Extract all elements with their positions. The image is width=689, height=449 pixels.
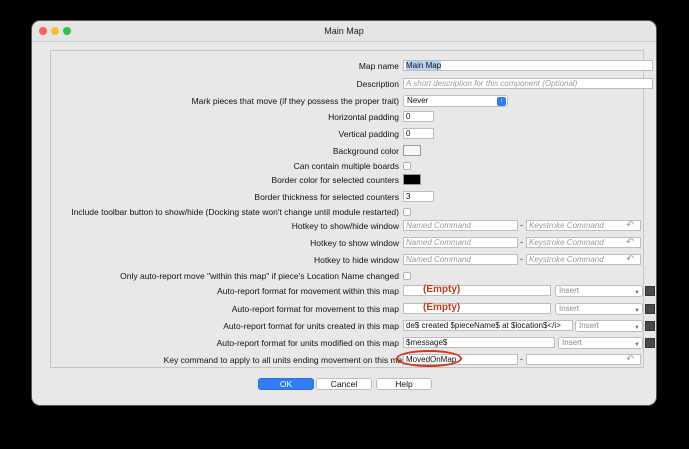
row-vertical-padding: Vertical padding 0 (51, 127, 643, 141)
row-mark-pieces: Mark pieces that move (if they possess t… (51, 94, 643, 108)
only-auto-report-checkbox[interactable] (403, 272, 411, 280)
row-horizontal-padding: Horizontal padding 0 (51, 110, 643, 124)
hotkey-show-named-input[interactable]: Named Command (403, 237, 518, 248)
insert-label: Insert (559, 286, 580, 295)
autoreport-to-insert[interactable]: Insert ▼ (555, 303, 643, 315)
hotkey-hide-key-input[interactable]: Keystroke Command (526, 254, 641, 265)
separator-dash: - (520, 254, 523, 264)
horizontal-padding-label: Horizontal padding (328, 112, 399, 122)
row-hotkey-hide: Hotkey to hide window Named Command - Ke… (51, 253, 643, 267)
insert-label: Insert (559, 304, 580, 313)
autoreport-created-input[interactable]: de$ created $pieceName$ at $location$</i… (403, 320, 573, 331)
insert-label: Insert (562, 338, 583, 347)
autoreport-to-label: Auto-report format for movement to this … (231, 304, 399, 314)
row-border-thickness: Border thickness for selected counters 3 (51, 190, 643, 204)
row-border-color: Border color for selected counters (51, 173, 643, 187)
cancel-button[interactable]: Cancel (316, 378, 372, 390)
autoreport-modified-input[interactable]: $message$ (403, 337, 555, 348)
chevron-down-icon: ▼ (634, 342, 640, 348)
vertical-padding-label: Vertical padding (338, 129, 400, 139)
autoreport-modified-insert[interactable]: Insert ▼ (558, 337, 643, 349)
row-toolbar-button: Include toolbar button to show/hide (Doc… (51, 205, 643, 219)
row-multiple-boards: Can contain multiple boards (51, 159, 643, 173)
chevron-down-icon: ▼ (634, 290, 640, 296)
dialog-buttons: OK Cancel Help (32, 378, 656, 392)
row-autoreport-modified: Auto-report format for units modified on… (51, 336, 655, 350)
separator-dash: - (520, 354, 523, 364)
undo-arrow-icon[interactable]: ↶ (626, 220, 634, 231)
row-autoreport-within: Auto-report format for movement within t… (51, 284, 655, 298)
format-editor-icon[interactable] (645, 286, 655, 296)
hotkey-hide-named-input[interactable]: Named Command (403, 254, 518, 265)
hotkey-showhide-key-input[interactable]: Keystroke Command (526, 220, 641, 231)
ok-button[interactable]: OK (258, 378, 314, 390)
format-editor-icon[interactable] (645, 304, 655, 314)
row-key-command: Key command to apply to all units ending… (51, 350, 643, 367)
properties-panel: Map name Main Map Description A short de… (50, 50, 655, 368)
autoreport-created-insert[interactable]: Insert ▼ (575, 320, 643, 332)
toolbar-button-checkbox[interactable] (403, 208, 411, 216)
row-hotkey-showhide: Hotkey to show/hide window Named Command… (51, 219, 643, 233)
help-button[interactable]: Help (376, 378, 432, 390)
key-command-key-input[interactable] (526, 354, 641, 365)
undo-arrow-icon[interactable]: ↶ (626, 254, 634, 265)
mark-pieces-label: Mark pieces that move (if they possess t… (191, 96, 399, 106)
separator-dash: - (520, 220, 523, 230)
empty-annotation: (Empty) (423, 302, 461, 313)
autoreport-within-label: Auto-report format for movement within t… (217, 286, 399, 296)
hotkey-showhide-label: Hotkey to show/hide window (291, 221, 399, 231)
hotkey-showhide-named-input[interactable]: Named Command (403, 220, 518, 231)
background-color-label: Background color (332, 146, 399, 156)
autoreport-within-insert[interactable]: Insert ▼ (555, 285, 643, 297)
mark-pieces-select[interactable]: Never ↕ (403, 95, 508, 107)
row-background-color: Background color (51, 144, 643, 158)
description-input[interactable]: A short description for this component (… (403, 78, 653, 89)
empty-annotation: (Empty) (423, 284, 461, 295)
separator-dash: - (520, 237, 523, 247)
main-map-dialog: Main Map Map name Main Map Description A… (32, 21, 656, 405)
border-thickness-label: Border thickness for selected counters (254, 192, 399, 202)
border-thickness-input[interactable]: 3 (403, 191, 434, 202)
chevron-down-icon: ▼ (634, 308, 640, 314)
hotkey-hide-label: Hotkey to hide window (313, 255, 399, 265)
row-autoreport-to: Auto-report format for movement to this … (51, 302, 655, 316)
undo-arrow-icon[interactable]: ↶ (626, 354, 634, 365)
key-command-label: Key command to apply to all units ending… (163, 355, 407, 365)
chevron-down-icon: ▼ (634, 325, 640, 331)
hotkey-show-key-input[interactable]: Keystroke Command (526, 237, 641, 248)
row-description: Description A short description for this… (51, 77, 653, 91)
window-title: Main Map (324, 26, 364, 36)
format-editor-icon[interactable] (645, 338, 655, 348)
map-name-input[interactable]: Main Map (403, 60, 653, 71)
row-hotkey-show: Hotkey to show window Named Command - Ke… (51, 236, 643, 250)
row-only-auto-report: Only auto-report move "within this map" … (51, 269, 643, 283)
description-label: Description (356, 79, 399, 89)
multiple-boards-checkbox[interactable] (403, 162, 411, 170)
multiple-boards-label: Can contain multiple boards (293, 161, 399, 171)
row-map-name: Map name Main Map (51, 59, 653, 73)
chevron-updown-icon: ↕ (497, 97, 506, 106)
undo-arrow-icon[interactable]: ↶ (626, 237, 634, 248)
insert-label: Insert (579, 321, 600, 330)
hotkey-show-label: Hotkey to show window (310, 238, 399, 248)
title-bar: Main Map (32, 21, 656, 42)
horizontal-padding-input[interactable]: 0 (403, 111, 434, 122)
border-color-swatch[interactable] (403, 174, 421, 185)
toolbar-button-label: Include toolbar button to show/hide (Doc… (71, 207, 399, 217)
vertical-padding-input[interactable]: 0 (403, 128, 434, 139)
only-auto-report-label: Only auto-report move "within this map" … (120, 271, 399, 281)
annotation-ellipse (396, 350, 462, 367)
row-autoreport-created: Auto-report format for units created in … (51, 319, 655, 333)
map-name-label: Map name (358, 61, 399, 71)
autoreport-created-label: Auto-report format for units created in … (223, 321, 399, 331)
map-name-value: Main Map (406, 61, 442, 70)
mark-pieces-value: Never (407, 96, 429, 105)
border-color-label: Border color for selected counters (271, 175, 399, 185)
background-color-swatch[interactable] (403, 145, 421, 156)
format-editor-icon[interactable] (645, 321, 655, 331)
autoreport-modified-label: Auto-report format for units modified on… (216, 338, 399, 348)
